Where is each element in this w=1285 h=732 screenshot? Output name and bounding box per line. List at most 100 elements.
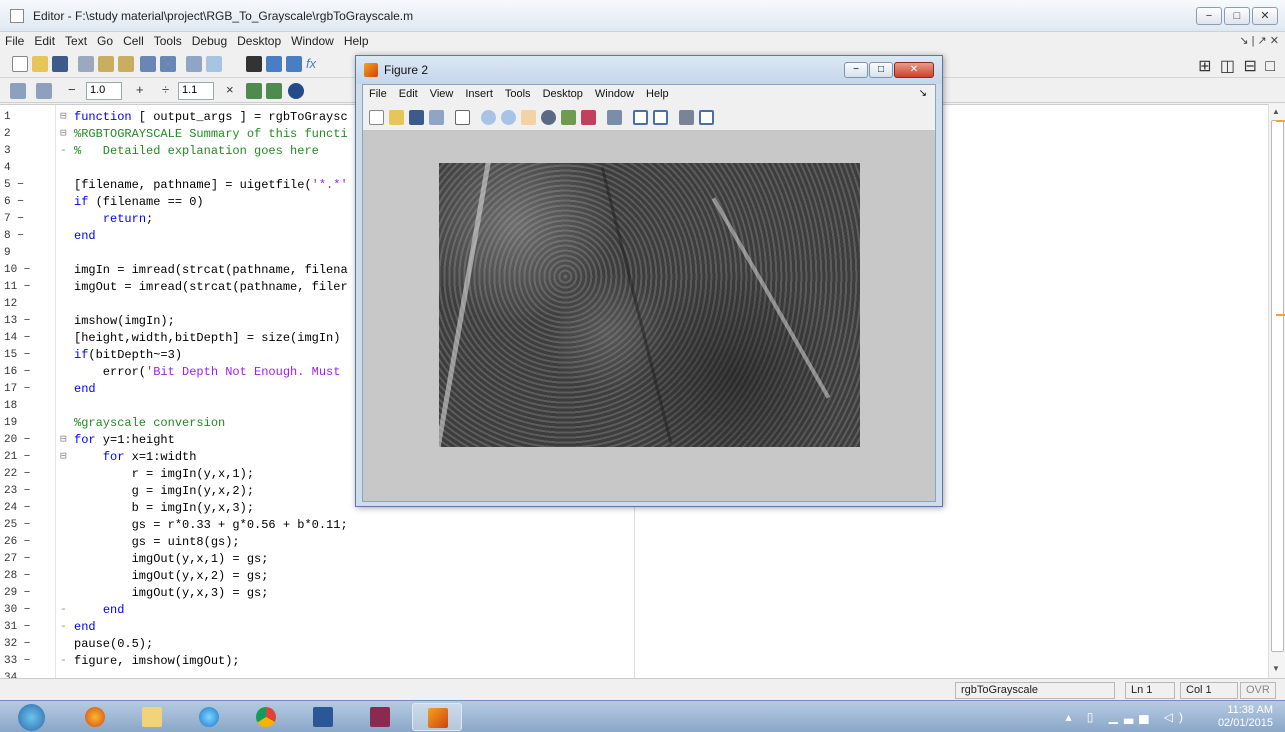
figure-menu-view[interactable]: View [424, 85, 460, 100]
new-file-icon[interactable] [12, 56, 28, 72]
figure-menu-file[interactable]: File [363, 85, 393, 100]
figure-dock-icon[interactable]: ↘ [919, 88, 927, 99]
code-analyzer-marker[interactable] [1276, 120, 1285, 122]
menu-file[interactable]: File [0, 32, 29, 50]
code-line[interactable]: 34 [0, 670, 1268, 678]
taskbar-firefox[interactable] [70, 703, 120, 731]
start-button[interactable] [8, 703, 58, 731]
scrollbar-thumb[interactable] [1271, 120, 1284, 652]
code-line[interactable]: 29 − imgOut(y,x,3) = gs; [0, 585, 1268, 602]
cell-value-2-input[interactable]: 1.1 [178, 82, 214, 100]
decrement-icon[interactable]: − [68, 82, 76, 97]
cell-value-1-input[interactable]: 1.0 [86, 82, 122, 100]
pan-hand-icon[interactable] [521, 110, 536, 125]
cut-icon[interactable] [78, 56, 94, 72]
show-plot-tools-icon[interactable] [699, 110, 714, 125]
data-cursor-icon[interactable] [561, 110, 576, 125]
find-icon[interactable] [246, 56, 262, 72]
figure-titlebar[interactable]: Figure 2 − □ ✕ [356, 56, 942, 84]
rotate-3d-icon[interactable] [541, 110, 556, 125]
multiply-icon[interactable]: × [226, 82, 234, 97]
code-line[interactable]: 33 − - figure, imshow(imgOut); [0, 653, 1268, 670]
fold-marker-icon[interactable]: - [60, 602, 70, 619]
open-folder-icon[interactable] [32, 56, 48, 72]
print-icon[interactable] [186, 56, 202, 72]
code-line[interactable]: 27 − imgOut(y,x,1) = gs; [0, 551, 1268, 568]
close-button[interactable]: ✕ [1252, 7, 1278, 25]
code-line[interactable]: 31 − - end [0, 619, 1268, 636]
fold-marker-icon[interactable]: - [60, 653, 70, 670]
zoom-out-icon[interactable] [501, 110, 516, 125]
divide-icon[interactable]: ÷ [162, 82, 169, 97]
code-line[interactable]: 25 − gs = r*0.33 + g*0.56 + b*0.11; [0, 517, 1268, 534]
menu-help[interactable]: Help [339, 32, 374, 50]
system-tray-icons[interactable]: ▴ ▯ ▁▃▅ ◁) [1065, 710, 1189, 724]
figure-menu-tools[interactable]: Tools [499, 85, 537, 100]
code-line[interactable]: 30 − - end [0, 602, 1268, 619]
figure-maximize-button[interactable]: □ [869, 62, 893, 78]
code-line[interactable]: 26 − gs = uint8(gs); [0, 534, 1268, 551]
menu-cell[interactable]: Cell [118, 32, 149, 50]
figure-menu-window[interactable]: Window [589, 85, 640, 100]
paste-icon[interactable] [118, 56, 134, 72]
print-figure-icon[interactable] [429, 110, 444, 125]
editor-titlebar[interactable]: Editor - F:\study material\project\RGB_T… [0, 0, 1285, 32]
figure-menu-edit[interactable]: Edit [393, 85, 424, 100]
figure-menu-help[interactable]: Help [640, 85, 675, 100]
fold-marker-icon[interactable]: ⊟ [60, 126, 70, 143]
editor-vertical-scrollbar[interactable]: ▲ ▼ [1268, 104, 1285, 678]
hide-plot-tools-icon[interactable] [679, 110, 694, 125]
fold-marker-icon[interactable]: ⊟ [60, 432, 70, 449]
menu-tools[interactable]: Tools [149, 32, 187, 50]
clock[interactable]: 11:38 AM 02/01/2015 [1218, 704, 1273, 730]
scroll-up-icon[interactable]: ▲ [1272, 107, 1280, 116]
fold-marker-icon[interactable]: - [60, 143, 70, 160]
taskbar-matlab[interactable] [412, 703, 462, 731]
insert-cell-icon[interactable] [10, 83, 26, 99]
fold-marker-icon[interactable]: - [60, 619, 70, 636]
taskbar-internet-explorer[interactable] [184, 703, 234, 731]
minimize-button[interactable]: − [1196, 7, 1222, 25]
menu-go[interactable]: Go [92, 32, 118, 50]
dock-undock-controls[interactable]: ↘ | ↗ ✕ [1239, 34, 1279, 47]
edit-plot-arrow-icon[interactable] [455, 110, 470, 125]
publish-icon[interactable] [206, 56, 222, 72]
back-arrow-icon[interactable] [266, 56, 282, 72]
code-line[interactable]: 32 − pause(0.5); [0, 636, 1268, 653]
menu-edit[interactable]: Edit [29, 32, 60, 50]
zoom-in-icon[interactable] [481, 110, 496, 125]
layout-icons[interactable]: ⊞ ◫ ⊟ □ [1198, 56, 1277, 76]
redo-icon[interactable] [160, 56, 176, 72]
forward-arrow-icon[interactable] [286, 56, 302, 72]
fold-marker-icon[interactable]: ⊟ [60, 109, 70, 126]
undo-icon[interactable] [140, 56, 156, 72]
menu-debug[interactable]: Debug [187, 32, 232, 50]
save-figure-icon[interactable] [409, 110, 424, 125]
uncomment-icon[interactable] [266, 83, 282, 99]
code-analyzer-marker[interactable] [1276, 314, 1285, 316]
figure-close-button[interactable]: ✕ [894, 62, 934, 78]
menu-window[interactable]: Window [286, 32, 339, 50]
code-line[interactable]: 28 − imgOut(y,x,2) = gs; [0, 568, 1268, 585]
figure-minimize-button[interactable]: − [844, 62, 868, 78]
taskbar-winrar[interactable] [355, 703, 405, 731]
comment-icon[interactable] [246, 83, 262, 99]
evaluate-cell-icon[interactable] [36, 83, 52, 99]
increment-icon[interactable]: + [136, 82, 144, 97]
brush-icon[interactable] [581, 110, 596, 125]
taskbar-word[interactable] [298, 703, 348, 731]
link-plot-icon[interactable] [607, 110, 622, 125]
taskbar-explorer[interactable] [127, 703, 177, 731]
scroll-down-icon[interactable]: ▼ [1272, 664, 1280, 673]
save-icon[interactable] [52, 56, 68, 72]
figure-menu-insert[interactable]: Insert [459, 85, 499, 100]
help-icon[interactable] [288, 83, 304, 99]
function-browser-icon[interactable]: fx [306, 56, 316, 71]
legend-icon[interactable] [653, 110, 668, 125]
menu-text[interactable]: Text [60, 32, 92, 50]
taskbar-chrome[interactable] [241, 703, 291, 731]
menu-desktop[interactable]: Desktop [232, 32, 286, 50]
copy-icon[interactable] [98, 56, 114, 72]
new-figure-icon[interactable] [369, 110, 384, 125]
figure-menu-desktop[interactable]: Desktop [537, 85, 589, 100]
